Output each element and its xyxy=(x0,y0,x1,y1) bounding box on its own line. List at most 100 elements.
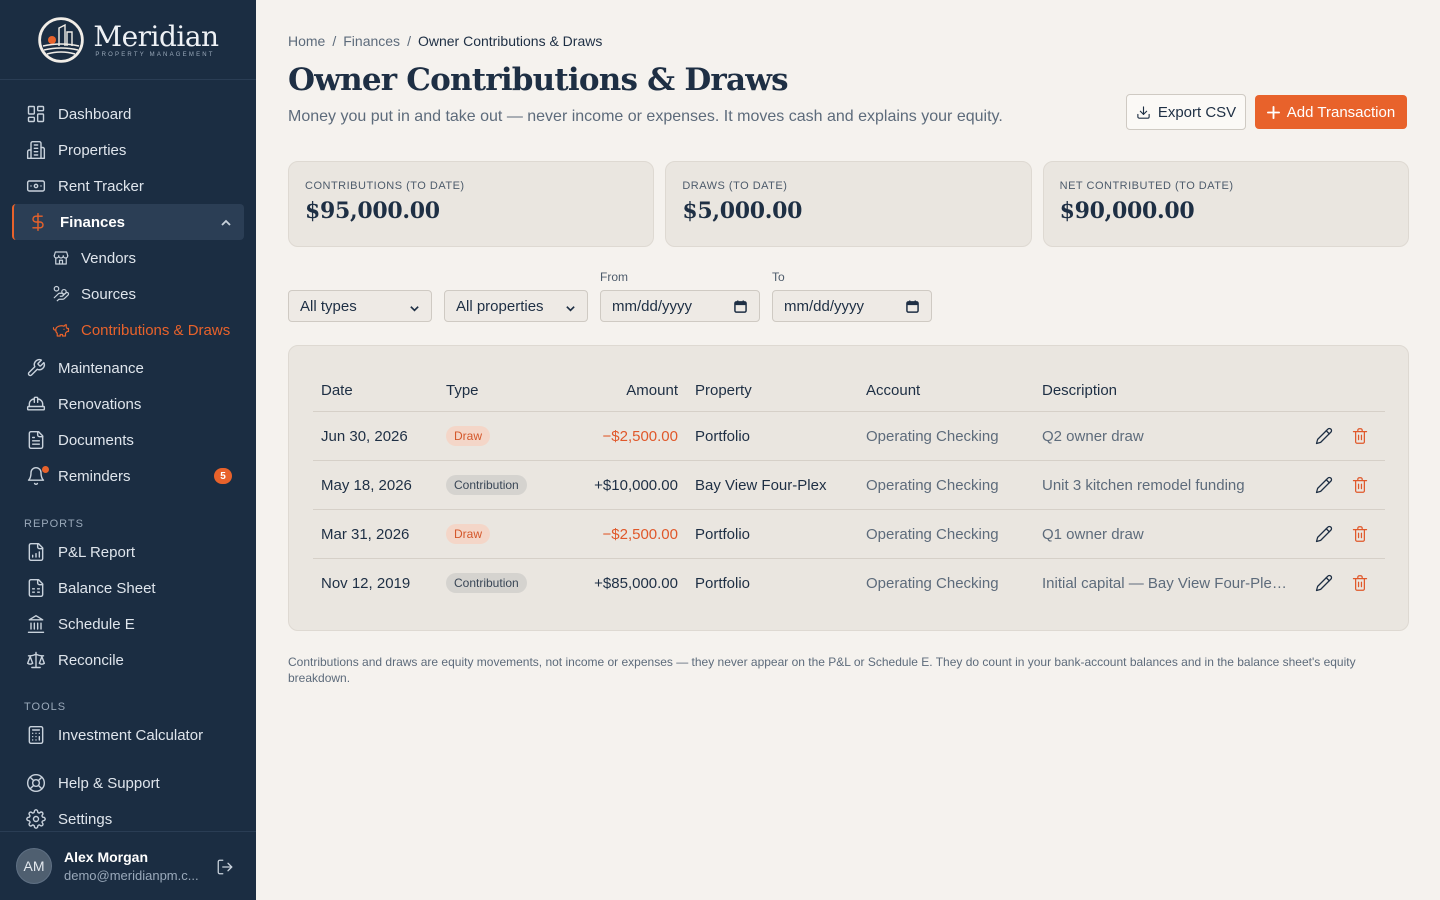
sidebar-item-label: Schedule E xyxy=(58,615,135,633)
sidebar: Meridian PROPERTY MANAGEMENT Dashboard P… xyxy=(0,0,256,900)
sidebar-subitem-vendors[interactable]: Vendors xyxy=(0,240,256,276)
export-csv-button[interactable]: Export CSV xyxy=(1126,94,1246,130)
transactions-table: Date Type Amount Property Account Descri… xyxy=(288,345,1409,631)
sidebar-item-label: Dashboard xyxy=(58,105,132,123)
add-transaction-button[interactable]: Add Transaction xyxy=(1255,95,1407,129)
breadcrumb-separator: / xyxy=(332,33,337,49)
summary-card-contributions: CONTRIBUTIONS (TO DATE) $95,000.00 xyxy=(288,161,655,247)
sidebar-item-balance-sheet[interactable]: Balance Sheet xyxy=(0,570,256,606)
summary-card-label: CONTRIBUTIONS (TO DATE) xyxy=(305,180,465,192)
type-badge: Draw xyxy=(446,524,491,544)
sidebar-item-maintenance[interactable]: Maintenance xyxy=(0,350,256,386)
property-filter-select[interactable]: All properties xyxy=(444,290,588,322)
trash-icon[interactable] xyxy=(1352,574,1368,592)
row-property: Portfolio xyxy=(695,575,751,592)
trash-icon[interactable] xyxy=(1352,427,1368,445)
page-title: Owner Contributions & Draws xyxy=(288,62,789,98)
store-icon xyxy=(52,249,70,267)
row-description: Q1 owner draw xyxy=(1042,526,1144,543)
export-csv-label: Export CSV xyxy=(1157,103,1237,121)
sidebar-item-label: Reconcile xyxy=(58,651,124,669)
breadcrumb-finances[interactable]: Finances xyxy=(343,33,400,49)
chevron-up-icon[interactable] xyxy=(220,216,232,228)
row-property: Portfolio xyxy=(695,526,751,543)
sidebar-item-finances[interactable]: Finances xyxy=(12,204,244,240)
sidebar-item-label: Maintenance xyxy=(58,359,144,377)
to-date-input[interactable]: mm/dd/yyyy xyxy=(772,290,932,322)
row-type: Draw xyxy=(446,524,491,544)
calculator-icon xyxy=(26,725,46,745)
sidebar-subitem-sources[interactable]: Sources xyxy=(0,276,256,312)
column-header-type[interactable]: Type xyxy=(446,382,479,399)
notification-dot xyxy=(42,466,49,473)
sidebar-item-investment-calculator[interactable]: Investment Calculator xyxy=(0,717,256,753)
sidebar-item-help-support[interactable]: Help & Support xyxy=(0,765,256,801)
sidebar-item-schedule-e[interactable]: Schedule E xyxy=(0,606,256,642)
row-date: Nov 12, 2019 xyxy=(321,575,411,592)
sidebar-item-label: Investment Calculator xyxy=(58,726,204,744)
table-row: Jun 30, 2026 Draw −$2,500.00 Portfolio O… xyxy=(313,412,1385,461)
brand-logo[interactable]: Meridian PROPERTY MANAGEMENT xyxy=(0,0,256,80)
row-date: Mar 31, 2026 xyxy=(321,526,410,543)
edit-icon[interactable] xyxy=(1315,525,1333,543)
sidebar-subitem-label: Vendors xyxy=(81,249,137,267)
sidebar-item-reminders[interactable]: Reminders 5 xyxy=(0,458,256,494)
sidebar-item-label: P&L Report xyxy=(58,543,135,561)
dashboard-icon xyxy=(26,104,46,124)
plus-icon xyxy=(1266,105,1280,119)
column-header-property[interactable]: Property xyxy=(695,382,752,399)
sidebar-item-label: Balance Sheet xyxy=(58,579,156,597)
filter-bar: All types All properties From mm/dd/yyyy… xyxy=(288,270,988,324)
sidebar-item-rent-tracker[interactable]: Rent Tracker xyxy=(0,168,256,204)
to-date-label: To xyxy=(772,270,785,284)
edit-icon[interactable] xyxy=(1315,476,1333,494)
column-header-account[interactable]: Account xyxy=(866,382,920,399)
sidebar-item-properties[interactable]: Properties xyxy=(0,132,256,168)
logout-icon[interactable] xyxy=(216,858,234,876)
sidebar-item-dashboard[interactable]: Dashboard xyxy=(0,96,256,132)
type-filter-select[interactable]: All types xyxy=(288,290,432,322)
row-amount: −$2,500.00 xyxy=(602,428,679,445)
breadcrumb-current: Owner Contributions & Draws xyxy=(417,33,603,49)
document-icon xyxy=(26,430,46,450)
row-account: Operating Checking xyxy=(866,526,999,543)
column-header-description[interactable]: Description xyxy=(1042,382,1117,399)
breadcrumb-home[interactable]: Home xyxy=(288,33,325,49)
summary-card-label: DRAWS (TO DATE) xyxy=(682,180,788,192)
from-date-input[interactable]: mm/dd/yyyy xyxy=(600,290,760,322)
row-property: Portfolio xyxy=(695,428,751,445)
calendar-icon[interactable] xyxy=(734,300,747,313)
row-amount: +$10,000.00 xyxy=(594,477,678,494)
sidebar-item-reconcile[interactable]: Reconcile xyxy=(0,642,256,678)
table-row: May 18, 2026 Contribution +$10,000.00 Ba… xyxy=(313,461,1385,510)
lifebuoy-icon xyxy=(26,773,46,793)
summary-card-label: NET CONTRIBUTED (TO DATE) xyxy=(1059,180,1234,192)
trash-icon[interactable] xyxy=(1352,525,1368,543)
dollar-icon xyxy=(28,212,48,232)
piggy-bank-icon xyxy=(52,321,70,339)
row-type: Draw xyxy=(446,426,491,446)
column-header-amount[interactable]: Amount xyxy=(626,382,678,399)
sidebar-item-label: Rent Tracker xyxy=(58,177,144,195)
edit-icon[interactable] xyxy=(1315,574,1333,592)
type-badge: Draw xyxy=(446,426,491,446)
table-row: Mar 31, 2026 Draw −$2,500.00 Portfolio O… xyxy=(313,510,1385,559)
row-account: Operating Checking xyxy=(866,575,999,592)
column-header-date[interactable]: Date xyxy=(321,382,353,399)
user-email: demo@meridianpm.c... xyxy=(64,868,199,883)
user-profile[interactable]: AM Alex Morgan demo@meridianpm.c... xyxy=(0,831,256,900)
sidebar-subitem-contributions-draws[interactable]: Contributions & Draws xyxy=(0,312,256,348)
building-icon xyxy=(26,140,46,160)
chart-file-icon xyxy=(26,542,46,562)
sidebar-item-renovations[interactable]: Renovations xyxy=(0,386,256,422)
from-date-placeholder: mm/dd/yyyy xyxy=(612,297,693,315)
sidebar-item-pl-report[interactable]: P&L Report xyxy=(0,534,256,570)
download-icon xyxy=(1137,105,1150,119)
avatar[interactable]: AM xyxy=(16,848,52,884)
trash-icon[interactable] xyxy=(1352,476,1368,494)
sidebar-item-documents[interactable]: Documents xyxy=(0,422,256,458)
from-date-label: From xyxy=(600,270,628,284)
edit-icon[interactable] xyxy=(1315,427,1333,445)
calendar-icon[interactable] xyxy=(906,300,919,313)
row-amount: +$85,000.00 xyxy=(594,575,678,592)
